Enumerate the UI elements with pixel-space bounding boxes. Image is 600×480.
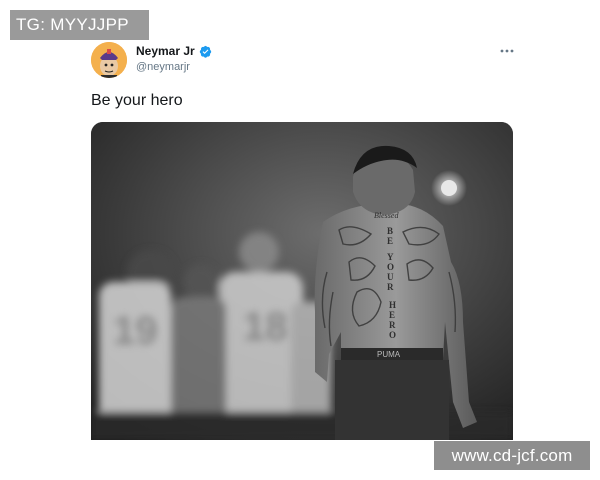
svg-text:H: H xyxy=(389,300,396,310)
author-handle[interactable]: @neymarjr xyxy=(136,61,190,73)
svg-text:E: E xyxy=(389,310,395,320)
svg-text:O: O xyxy=(387,262,394,272)
svg-text:O: O xyxy=(389,330,396,340)
author-name-row[interactable]: Neymar Jr xyxy=(136,44,212,58)
verified-badge-icon xyxy=(199,45,211,58)
svg-text:U: U xyxy=(387,272,394,282)
tweet-photo[interactable]: 19 18 Blessed BE YOUR HERO PUMA xyxy=(91,122,513,440)
svg-text:Y: Y xyxy=(387,252,394,262)
player-back-photo: 19 18 Blessed BE YOUR HERO PUMA xyxy=(91,122,513,440)
author-name[interactable]: Neymar Jr xyxy=(136,44,195,58)
svg-text:PUMA: PUMA xyxy=(377,350,401,359)
avatar-cartoon-image xyxy=(91,42,127,78)
svg-text:19: 19 xyxy=(113,309,158,353)
tweet-text: Be your hero xyxy=(91,92,183,109)
svg-text:R: R xyxy=(387,282,394,292)
watermark-bottom-right: www.cd-jcf.com xyxy=(434,441,590,470)
svg-text:B: B xyxy=(387,226,393,236)
svg-text:Blessed: Blessed xyxy=(374,211,399,220)
svg-text:18: 18 xyxy=(243,305,288,349)
svg-text:E: E xyxy=(387,236,393,246)
svg-text:R: R xyxy=(389,320,396,330)
author-avatar[interactable] xyxy=(91,42,127,78)
watermark-top-left: TG: MYYJJPP xyxy=(10,10,149,40)
more-horizontal-icon[interactable] xyxy=(498,45,516,57)
